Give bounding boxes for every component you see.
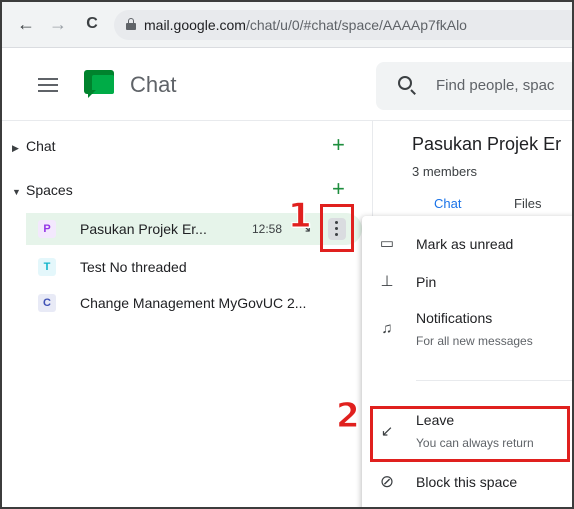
menu-divider [416, 380, 572, 381]
search-box[interactable]: Find people, spac [376, 62, 572, 110]
search-placeholder: Find people, spac [436, 77, 555, 94]
menu-item-mark-unread[interactable]: ▭ Mark as unread [362, 230, 572, 260]
add-space-plus-icon[interactable]: + [332, 178, 345, 200]
space-item-label: Test No threaded [80, 259, 187, 275]
url-host: mail.google.com [144, 17, 246, 33]
pin-icon: ⊥ [380, 273, 394, 290]
space-avatar: P [38, 220, 56, 238]
forward-arrow-icon[interactable]: → [48, 14, 68, 34]
menu-item-block[interactable]: ⊘ Block this space [362, 470, 572, 500]
space-title: Pasukan Projek Er [412, 134, 562, 154]
space-item-time: 12:58 [252, 222, 283, 236]
tab-chat[interactable]: Chat [434, 196, 461, 211]
menu-item-pin[interactable]: ⊥ Pin [362, 268, 572, 298]
screenshot-frame: ← → C mail.google.com/chat/u/0/#chat/spa… [0, 0, 574, 509]
space-item-label: Pasukan Projek Er... [80, 221, 207, 237]
more-vert-icon [335, 221, 339, 239]
reload-icon[interactable]: C [82, 14, 102, 34]
space-item-label: Change Management MyGovUC 2... [80, 295, 307, 311]
step-number-1: 1 [288, 196, 313, 237]
more-options-highlight[interactable] [320, 204, 354, 252]
sidebar-section-spaces[interactable]: ▼ Spaces [12, 182, 73, 198]
menu-label: Mark as unread [416, 236, 514, 252]
section-label-spaces: Spaces [26, 182, 73, 198]
bell-icon: ♫ [381, 320, 393, 337]
address-bar[interactable]: mail.google.com/chat/u/0/#chat/space/AAA… [114, 10, 572, 40]
member-count[interactable]: 3 members [412, 164, 477, 179]
sidebar-section-chat[interactable]: ▶ Chat [12, 138, 56, 154]
main-menu-icon[interactable] [38, 78, 58, 92]
menu-label: Block this space [416, 474, 518, 490]
menu-sublabel: For all new messages [416, 334, 533, 348]
block-icon: ⊘ [379, 472, 395, 491]
back-arrow-icon[interactable]: ← [16, 14, 36, 34]
lock-icon [126, 18, 136, 30]
caret-right-icon: ▶ [12, 143, 19, 153]
menu-label: Notifications [416, 310, 493, 326]
tab-files[interactable]: Files [514, 196, 541, 211]
leave-highlight-box [370, 406, 570, 462]
header-divider [2, 120, 572, 121]
url-text: mail.google.com/chat/u/0/#chat/space/AAA… [144, 17, 467, 33]
add-chat-plus-icon[interactable]: + [332, 134, 345, 156]
google-chat-logo [84, 70, 114, 98]
browser-toolbar: ← → C mail.google.com/chat/u/0/#chat/spa… [2, 2, 572, 48]
space-item-test[interactable]: T Test No threaded [26, 251, 362, 283]
section-label-chat: Chat [26, 138, 56, 154]
search-icon [398, 76, 412, 90]
space-avatar: T [38, 258, 56, 276]
caret-down-icon: ▼ [12, 187, 21, 197]
app-title: Chat [130, 72, 177, 97]
url-path: /chat/u/0/#chat/space/AAAAp7fkAlo [245, 17, 467, 33]
menu-label: Pin [416, 274, 437, 290]
mark-unread-icon: ▭ [379, 235, 395, 252]
space-options-menu: ▭ Mark as unread ⊥ Pin ♫ Notifications F… [362, 216, 572, 507]
step-number-2: 2 [336, 396, 361, 437]
space-item-change-management[interactable]: C Change Management MyGovUC 2... [26, 287, 362, 319]
space-avatar: C [38, 294, 56, 312]
menu-item-notifications[interactable]: ♫ Notifications For all new messages [362, 306, 572, 354]
